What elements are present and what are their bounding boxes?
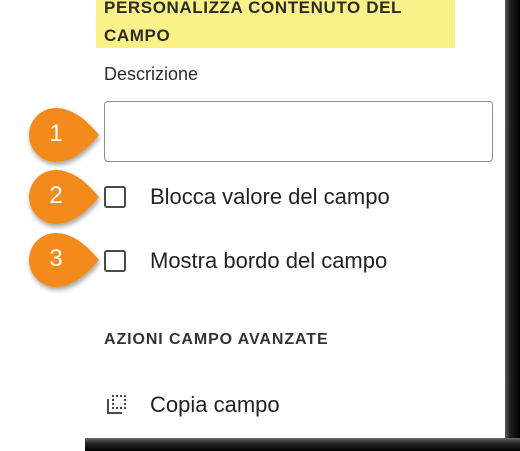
callout-marker-3: 3 [27, 231, 101, 291]
description-input[interactable] [104, 101, 493, 162]
show-border-option[interactable]: Mostra bordo del campo [104, 246, 387, 276]
panel-shadow-right [505, 0, 520, 451]
copy-field-icon [107, 395, 126, 414]
copy-field-label[interactable]: Copia campo [150, 392, 280, 418]
copy-field-action[interactable]: Copia campo [104, 390, 280, 420]
advanced-actions-title: AZIONI CAMPO AVANZATE [104, 331, 329, 348]
callout-marker-2: 2 [27, 168, 101, 228]
show-border-label[interactable]: Mostra bordo del campo [150, 248, 387, 274]
lock-value-checkbox[interactable] [104, 186, 126, 208]
callout-number-1: 1 [49, 120, 63, 147]
show-border-checkbox[interactable] [104, 250, 126, 272]
lock-value-label[interactable]: Blocca valore del campo [150, 184, 390, 210]
panel-shadow-bottom [85, 438, 520, 451]
description-label: Descrizione [104, 64, 199, 84]
lock-value-option[interactable]: Blocca valore del campo [104, 182, 390, 212]
section-title: PERSONALIZZA CONTENUTO DEL CAMPO [104, 0, 402, 45]
callout-number-3: 3 [49, 245, 63, 272]
screenshot-stage: PERSONALIZZA CONTENUTO DEL CAMPO Descriz… [0, 0, 520, 451]
callout-marker-1: 1 [27, 106, 101, 166]
callout-number-2: 2 [49, 182, 63, 209]
